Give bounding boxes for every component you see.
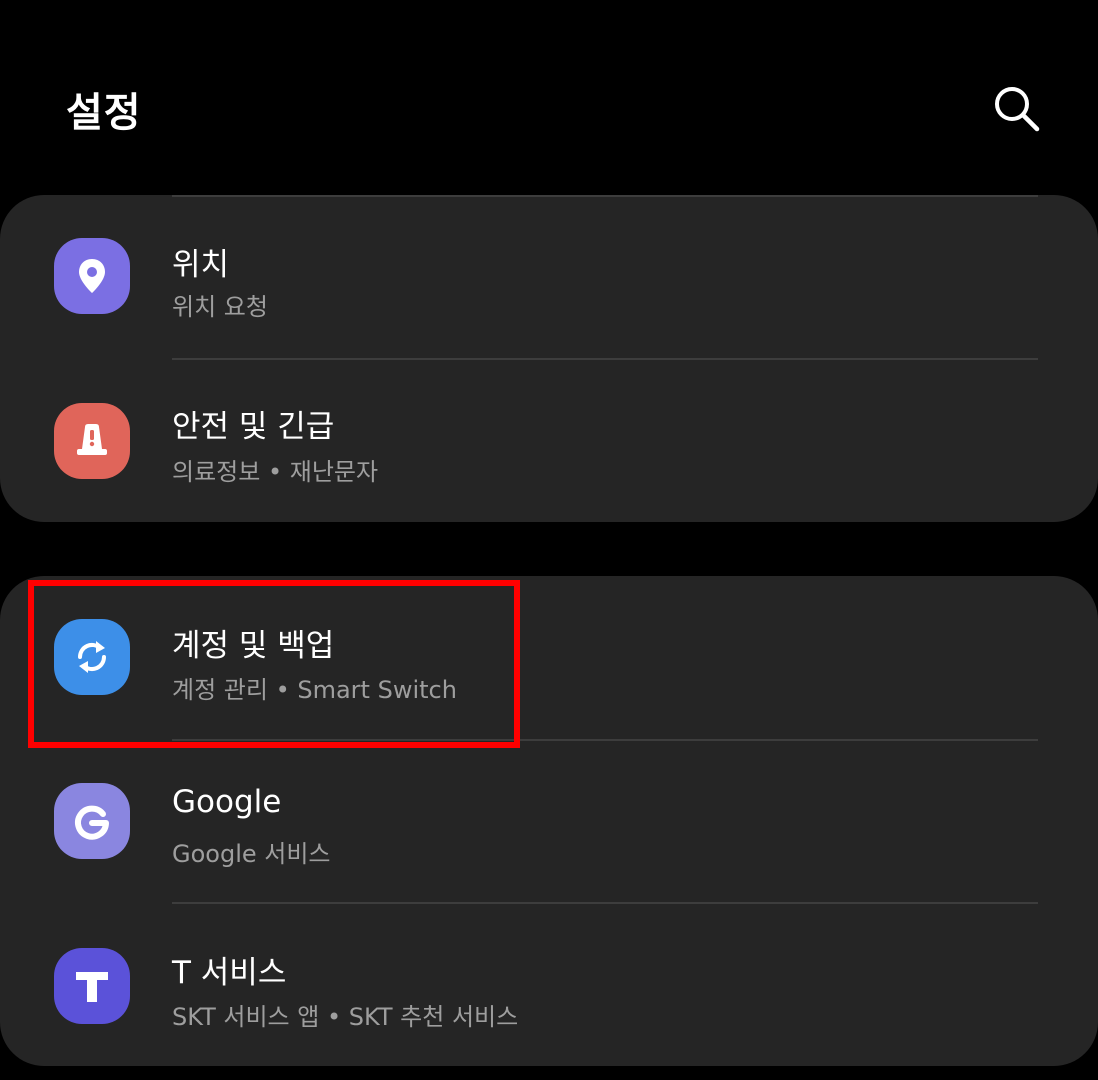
search-button[interactable] <box>988 80 1046 138</box>
settings-item-title: 안전 및 긴급 <box>172 409 335 445</box>
settings-item-t-service[interactable]: T 서비스 SKT 서비스 앱 • SKT 추천 서비스 <box>0 903 1098 1066</box>
settings-item-title: 계정 및 백업 <box>172 628 335 664</box>
settings-item-subtitle: 계정 관리 • Smart Switch <box>172 676 457 704</box>
google-icon <box>54 783 130 859</box>
alert-siren-icon <box>54 403 130 479</box>
settings-group-2: 계정 및 백업 계정 관리 • Smart Switch Google Goog… <box>0 576 1098 1066</box>
settings-item-subtitle: 위치 요청 <box>172 293 268 321</box>
settings-item-subtitle: SKT 서비스 앱 • SKT 추천 서비스 <box>172 1003 519 1031</box>
settings-item-accounts-backup[interactable]: 계정 및 백업 계정 관리 • Smart Switch <box>0 576 1098 739</box>
location-pin-icon <box>54 238 130 314</box>
settings-item-safety-emergency[interactable]: 안전 및 긴급 의료정보 • 재난문자 <box>0 359 1098 522</box>
settings-group-1: 위치 위치 요청 안전 및 긴급 의료정보 • 재난문자 <box>0 195 1098 522</box>
page-title: 설정 <box>66 90 142 136</box>
settings-item-google[interactable]: Google Google 서비스 <box>0 740 1098 903</box>
settings-item-title: 위치 <box>172 247 230 283</box>
search-icon <box>995 87 1040 132</box>
settings-item-title: Google <box>172 784 282 820</box>
settings-item-subtitle: Google 서비스 <box>172 840 331 868</box>
settings-item-subtitle: 의료정보 • 재난문자 <box>172 458 379 486</box>
t-service-icon <box>54 948 130 1024</box>
settings-item-location[interactable]: 위치 위치 요청 <box>0 195 1098 358</box>
settings-item-title: T 서비스 <box>172 955 287 991</box>
sync-icon <box>54 619 130 695</box>
